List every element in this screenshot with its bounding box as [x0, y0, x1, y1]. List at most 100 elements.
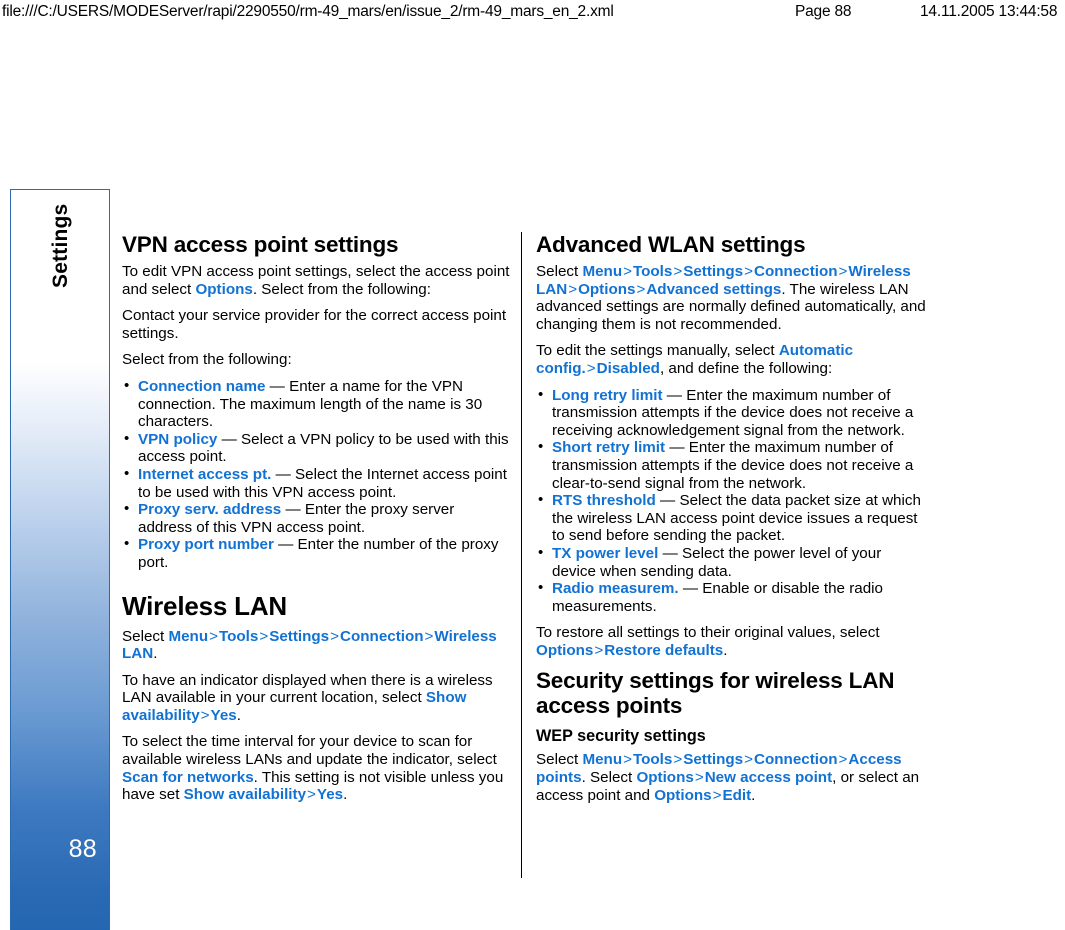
- list-item: VPN policy — Select a VPN policy to be u…: [122, 430, 512, 466]
- list-item: Proxy serv. address — Enter the proxy se…: [122, 500, 512, 536]
- text-fragment: Select: [536, 751, 583, 769]
- paragraph-contact-provider: Contact your service provider for the co…: [122, 307, 507, 342]
- em-dash: —: [660, 492, 676, 510]
- text-fragment: To edit the settings manually, select: [536, 342, 779, 360]
- ui-term-options: Options: [536, 641, 594, 659]
- menu-path-separator: >: [838, 751, 848, 769]
- list-item: Internet access pt. — Select the Interne…: [122, 465, 512, 501]
- text-fragment: , and define the following:: [659, 359, 833, 377]
- ui-term-options: Options: [654, 786, 712, 804]
- ui-term: Short retry limit: [552, 439, 666, 457]
- list-item: TX power level — Select the power level …: [536, 544, 926, 580]
- text-fragment: .: [236, 706, 241, 724]
- list-item: RTS threshold — Select the data packet s…: [536, 491, 926, 545]
- ui-term: Connection name: [138, 377, 266, 395]
- section-title-advanced-wlan-settings: Advanced WLAN settings: [536, 232, 806, 257]
- menu-path-item-tools: Tools: [218, 627, 259, 645]
- em-dash: —: [285, 501, 301, 519]
- menu-path-separator: >: [259, 627, 269, 645]
- menu-path-separator: >: [594, 641, 604, 659]
- list-item: Short retry limit — Enter the maximum nu…: [536, 438, 926, 492]
- ui-term: Proxy port number: [138, 536, 274, 554]
- menu-path-separator: >: [838, 263, 848, 280]
- bullet-list-vpn-settings: Connection name — Enter a name for the V…: [122, 377, 512, 572]
- ui-term-scan-for-networks: Scan for networks: [122, 768, 254, 786]
- menu-path-item-settings: Settings: [683, 263, 744, 280]
- text-fragment: To select the time interval for your dev…: [122, 733, 497, 769]
- menu-path-item-settings: Settings: [269, 627, 330, 645]
- em-dash: —: [669, 439, 685, 457]
- chapter-side-tab: Settings 88: [10, 189, 110, 930]
- menu-path-separator: >: [623, 751, 632, 769]
- ui-term-show-availability: Show availability: [183, 786, 307, 804]
- menu-path-item-settings: Settings: [683, 751, 744, 769]
- menu-path-separator: >: [568, 280, 578, 298]
- text-fragment: To restore all settings to their origina…: [536, 624, 880, 642]
- menu-path-item-advanced-settings: Advanced settings: [646, 280, 782, 298]
- menu-path-item-options: Options: [578, 280, 636, 298]
- text-fragment: .: [153, 645, 158, 663]
- menu-path-item-menu: Menu: [168, 627, 209, 645]
- menu-path-item-tools: Tools: [632, 263, 673, 280]
- section-title-security-settings: Security settings for wireless LAN acces…: [536, 668, 895, 719]
- text-fragment: . Select: [581, 769, 637, 787]
- menu-path-separator: >: [209, 627, 218, 645]
- text-fragment: Select: [122, 627, 169, 645]
- em-dash: —: [666, 386, 682, 404]
- em-dash: —: [269, 377, 285, 395]
- menu-path-separator: >: [744, 263, 754, 280]
- bullet-list-advanced-wlan: Long retry limit — Enter the maximum num…: [536, 386, 926, 616]
- menu-path-separator: >: [424, 627, 434, 645]
- menu-path-separator: >: [673, 751, 683, 769]
- ui-term-restore-defaults: Restore defaults: [604, 641, 724, 659]
- list-item: Proxy port number — Enter the number of …: [122, 535, 512, 571]
- em-dash: —: [221, 430, 237, 448]
- list-item: Long retry limit — Enter the maximum num…: [536, 386, 926, 440]
- menu-path-separator: >: [673, 263, 683, 280]
- em-dash: —: [278, 536, 294, 554]
- text-fragment: .: [751, 786, 756, 804]
- menu-path-item-menu: Menu: [582, 263, 623, 280]
- ui-term: Radio measurem.: [552, 580, 679, 598]
- ui-term-disabled: Disabled: [596, 359, 660, 377]
- ui-term-options: Options: [195, 280, 253, 298]
- menu-path-separator: >: [200, 706, 210, 724]
- ui-term-edit: Edit: [722, 786, 752, 804]
- paragraph-show-availability: To have an indicator displayed when ther…: [122, 672, 512, 725]
- text-fragment: .: [723, 641, 728, 659]
- column-divider: [521, 232, 522, 878]
- paragraph-access-points-menu-path: Select Menu>Tools>Settings>Connection>Ac…: [536, 751, 926, 804]
- menu-path-item-connection: Connection: [340, 627, 424, 645]
- menu-path-separator: >: [307, 786, 316, 804]
- ui-term-yes: Yes: [316, 786, 344, 804]
- ui-term: TX power level: [552, 544, 659, 562]
- ui-term-new-access-point: New access point: [704, 769, 833, 787]
- list-item: Radio measurem. — Enable or disable the …: [536, 579, 926, 615]
- list-item: Connection name — Enter a name for the V…: [122, 377, 512, 431]
- paragraph-scan-for-networks: To select the time interval for your dev…: [122, 733, 512, 803]
- chapter-side-tab-label: Settings: [49, 204, 72, 289]
- menu-path-separator: >: [623, 263, 632, 280]
- paragraph-select-from-following: Select from the following:: [122, 351, 292, 369]
- menu-path-item-connection: Connection: [754, 751, 838, 769]
- left-column: VPN access point settings To edit VPN ac…: [122, 232, 512, 813]
- paragraph-restore-defaults: To restore all settings to their origina…: [536, 624, 926, 659]
- em-dash: —: [662, 544, 678, 562]
- subsection-title-wep-security-settings: WEP security settings: [536, 727, 706, 746]
- menu-path-separator: >: [636, 280, 646, 298]
- text-fragment: .: [343, 786, 348, 804]
- ui-term: Internet access pt.: [138, 465, 272, 483]
- menu-path-separator: >: [744, 751, 754, 769]
- text-fragment: Select: [536, 263, 583, 280]
- menu-path-separator: >: [694, 769, 704, 787]
- menu-path-item-connection: Connection: [754, 263, 838, 280]
- ui-term: RTS threshold: [552, 492, 656, 510]
- text-fragment: . Select from the following:: [252, 280, 431, 298]
- manual-page: Settings 88 VPN access point settings To…: [0, 0, 1065, 930]
- section-title-wireless-lan: Wireless LAN: [122, 590, 287, 621]
- ui-term-options: Options: [636, 769, 694, 787]
- menu-path-item-menu: Menu: [582, 751, 623, 769]
- menu-path-separator: >: [586, 359, 596, 377]
- paragraph-wlan-menu-path: Select Menu>Tools>Settings>Connection>Wi…: [122, 628, 512, 663]
- ui-term-yes: Yes: [210, 706, 237, 724]
